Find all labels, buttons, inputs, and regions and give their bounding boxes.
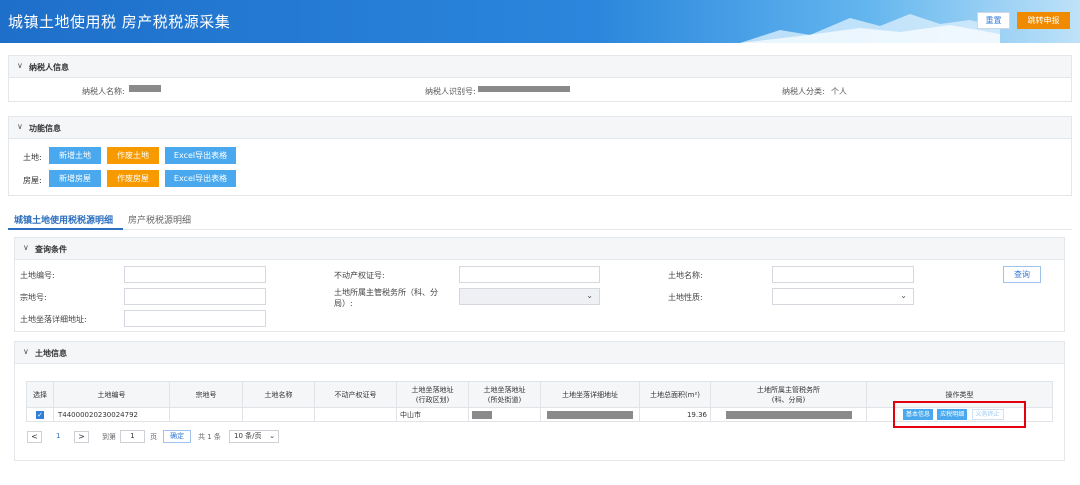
street-cell — [468, 407, 541, 422]
cert-no-cell — [314, 407, 397, 422]
function-panel-header[interactable]: ∨ 功能信息 — [9, 117, 1071, 139]
section-title: 查询条件 — [35, 245, 67, 254]
redacted-id — [478, 86, 570, 92]
detail-address-cell — [540, 407, 640, 422]
mountain-decoration — [740, 14, 1000, 43]
export-house-excel-button[interactable]: Excel导出表格 — [165, 170, 236, 187]
reset-button[interactable]: 重置 — [977, 12, 1010, 29]
total-count: 共 1 条 — [198, 433, 221, 441]
current-page[interactable]: 1 — [56, 432, 60, 440]
column-header: 土地坐落地址 (行政区划) — [396, 381, 469, 408]
redacted-address — [547, 410, 633, 419]
chevron-down-icon: ∨ — [23, 347, 29, 356]
land-label: 土地: — [23, 153, 42, 162]
house-label: 房屋: — [23, 176, 42, 185]
column-header: 宗地号 — [169, 381, 243, 408]
parcel-no-cell — [169, 407, 243, 422]
address-label: 土地坐落详细地址: — [20, 315, 87, 324]
chevron-down-icon: ∨ — [17, 61, 23, 70]
jump-declare-button[interactable]: 跳转申报 — [1017, 12, 1070, 29]
page-size-select[interactable]: 10 条/页 ⌄ — [229, 430, 279, 443]
taxpayer-name-label: 纳税人名称: — [82, 87, 125, 96]
section-title: 土地信息 — [35, 349, 67, 358]
active-tab-indicator — [8, 228, 123, 230]
district-cell: 中山市 — [396, 407, 469, 422]
taxpayer-id-label: 纳税人识别号: — [425, 87, 476, 96]
parcel-no-label: 宗地号: — [20, 293, 47, 302]
chevron-down-icon: ⌄ — [269, 432, 275, 440]
tax-office-label: 土地所属主管税务所（科、分局）: — [334, 288, 438, 308]
goto-page-input[interactable]: 1 — [120, 430, 145, 443]
app-header: 城镇土地使用税 房产税税源采集 — [0, 0, 1080, 43]
land-name-label: 土地名称: — [668, 271, 703, 280]
taxpayer-info-header[interactable]: ∨ 纳税人信息 — [9, 56, 1071, 78]
column-header: 土地总面积(m²) — [639, 381, 711, 408]
highlight-box — [893, 401, 1026, 428]
tax-office-cell — [710, 407, 867, 422]
land-name-cell — [242, 407, 315, 422]
chevron-down-icon: ⌄ — [900, 291, 907, 300]
void-house-button[interactable]: 作废房屋 — [107, 170, 159, 187]
column-header: 土地坐落详细地址 — [540, 381, 640, 408]
address-input[interactable] — [124, 310, 266, 327]
tab-divider — [8, 229, 1072, 230]
chevron-down-icon: ⌄ — [586, 291, 593, 300]
column-header: 土地所属主管税务所 (科、分局) — [710, 381, 867, 408]
export-land-excel-button[interactable]: Excel导出表格 — [165, 147, 236, 164]
chevron-down-icon: ∨ — [17, 122, 23, 131]
tab-land-tax-detail[interactable]: 城镇土地使用税税源明细 — [14, 213, 113, 226]
query-panel-header[interactable]: ∨ 查询条件 — [15, 238, 1064, 260]
add-house-button[interactable]: 新增房屋 — [49, 170, 101, 187]
redacted-street — [472, 410, 492, 419]
column-header: 不动产权证号 — [314, 381, 397, 408]
taxpayer-info-panel: ∨ 纳税人信息 — [8, 55, 1072, 102]
page-size-value: 10 条/页 — [234, 432, 262, 440]
row-checkbox[interactable]: ✓ — [36, 410, 44, 419]
query-button[interactable]: 查询 — [1003, 266, 1041, 283]
tab-property-tax-detail[interactable]: 房产税税源明细 — [128, 213, 191, 226]
column-header: 土地坐落地址 (所处街道) — [468, 381, 541, 408]
column-header: 土地名称 — [242, 381, 315, 408]
land-no-input[interactable] — [124, 266, 266, 283]
redacted-name — [129, 85, 161, 92]
redacted-office — [725, 410, 852, 419]
section-title: 纳税人信息 — [29, 63, 69, 72]
goto-label: 到第 — [102, 433, 116, 441]
land-name-input[interactable] — [772, 266, 914, 283]
page-unit: 页 — [150, 433, 157, 441]
taxpayer-category-value: 个人 — [831, 87, 847, 96]
land-no-label: 土地编号: — [20, 271, 55, 280]
column-header: 选择 — [26, 381, 54, 408]
column-header: 土地编号 — [53, 381, 170, 408]
next-page-button[interactable]: > — [74, 431, 89, 443]
land-info-header[interactable]: ∨ 土地信息 — [15, 342, 1064, 364]
chevron-down-icon: ∨ — [23, 243, 29, 252]
cert-no-input[interactable] — [459, 266, 600, 283]
area-cell: 19.36 — [639, 407, 711, 422]
taxpayer-category-label: 纳税人分类: — [782, 87, 825, 96]
section-title: 功能信息 — [29, 124, 61, 133]
confirm-page-button[interactable]: 确定 — [163, 430, 191, 443]
land-no-cell: T44000020230024792 — [53, 407, 170, 422]
tax-office-select[interactable]: ⌄ — [459, 288, 600, 305]
cert-no-label: 不动产权证号: — [334, 271, 385, 280]
void-land-button[interactable]: 作废土地 — [107, 147, 159, 164]
land-nature-label: 土地性质: — [668, 293, 703, 302]
land-nature-select[interactable]: ⌄ — [772, 288, 914, 305]
add-land-button[interactable]: 新增土地 — [49, 147, 101, 164]
page-title: 城镇土地使用税 房产税税源采集 — [8, 13, 231, 31]
parcel-no-input[interactable] — [124, 288, 266, 305]
prev-page-button[interactable]: < — [27, 431, 42, 443]
